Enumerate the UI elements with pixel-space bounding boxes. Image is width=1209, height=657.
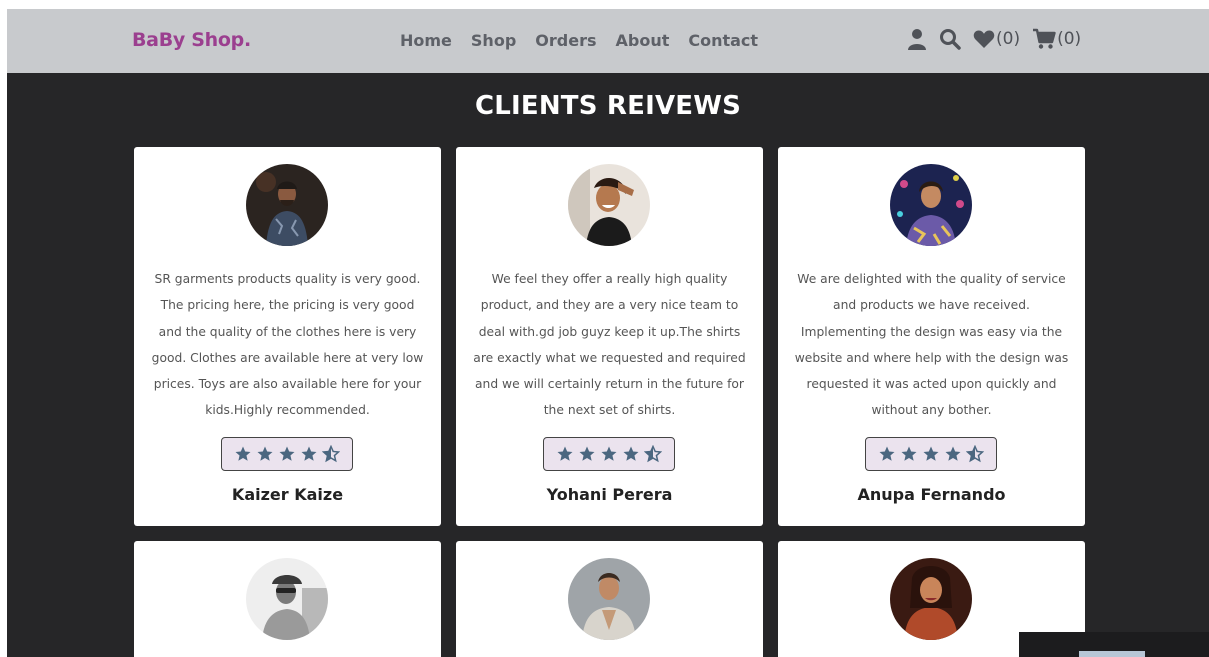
review-card: SR garments products quality is very goo… [134, 147, 441, 526]
cart-button[interactable]: (0) [1032, 28, 1081, 50]
wishlist-count: (0) [996, 29, 1021, 49]
star-icon [879, 446, 895, 461]
client-name: Kaizer Kaize [231, 485, 344, 504]
star-icon [557, 446, 573, 461]
brand-name: BaBy Shop [132, 29, 244, 51]
cart-count: (0) [1057, 29, 1082, 49]
user-icon[interactable] [907, 28, 927, 50]
main-nav: Home Shop Orders About Contact [400, 31, 758, 50]
star-icon [257, 446, 273, 461]
client-avatar [246, 164, 328, 246]
review-card [456, 541, 763, 657]
star-icon [301, 446, 317, 461]
nav-link-shop[interactable]: Shop [471, 31, 516, 50]
nav-link-contact[interactable]: Contact [688, 31, 758, 50]
section-title: CLIENTS REIVEWS [474, 91, 742, 121]
review-text: We feel they offer a really high quality… [473, 272, 746, 418]
overlay-widget-tab[interactable] [1079, 651, 1145, 657]
rating-stars [865, 437, 997, 471]
review-card: We feel they offer a really high quality… [456, 147, 763, 526]
rating-stars [221, 437, 353, 471]
nav-link-home[interactable]: Home [400, 31, 452, 50]
client-name: Yohani Perera [546, 485, 673, 504]
client-avatar [890, 558, 972, 640]
review-text: SR garments products quality is very goo… [151, 272, 424, 418]
star-icon [601, 446, 617, 461]
rating-stars [543, 437, 675, 471]
star-icon [579, 446, 595, 461]
client-avatar [568, 164, 650, 246]
star-icon [279, 446, 295, 461]
review-card [134, 541, 441, 657]
nav-link-about[interactable]: About [615, 31, 669, 50]
client-avatar [890, 164, 972, 246]
star-icon [901, 446, 917, 461]
cart-icon [1033, 28, 1056, 49]
brand-logo[interactable]: BaBy Shop. [132, 29, 251, 51]
navbar: BaBy Shop. Home Shop Orders About Contac… [7, 9, 1209, 73]
nav-link-orders[interactable]: Orders [535, 31, 596, 50]
review-card: We are delighted with the quality of ser… [778, 147, 1085, 526]
header-icons: (0) (0) [907, 28, 1081, 50]
star-icon [923, 446, 939, 461]
overlay-widget[interactable] [1019, 632, 1209, 657]
heart-icon [973, 30, 995, 48]
star-icon [623, 446, 639, 461]
brand-dot: . [243, 29, 251, 51]
page: BaBy Shop. Home Shop Orders About Contac… [7, 9, 1209, 657]
wishlist-button[interactable]: (0) [973, 29, 1020, 49]
star-half-icon [966, 445, 984, 463]
star-icon [945, 446, 961, 461]
client-name: Anupa Fernando [857, 485, 1006, 504]
client-avatar [246, 558, 328, 640]
star-half-icon [644, 445, 662, 463]
star-half-icon [322, 445, 340, 463]
review-text: We are delighted with the quality of ser… [794, 272, 1069, 418]
client-avatar [568, 558, 650, 640]
star-icon [235, 446, 251, 461]
search-icon[interactable] [939, 28, 961, 50]
